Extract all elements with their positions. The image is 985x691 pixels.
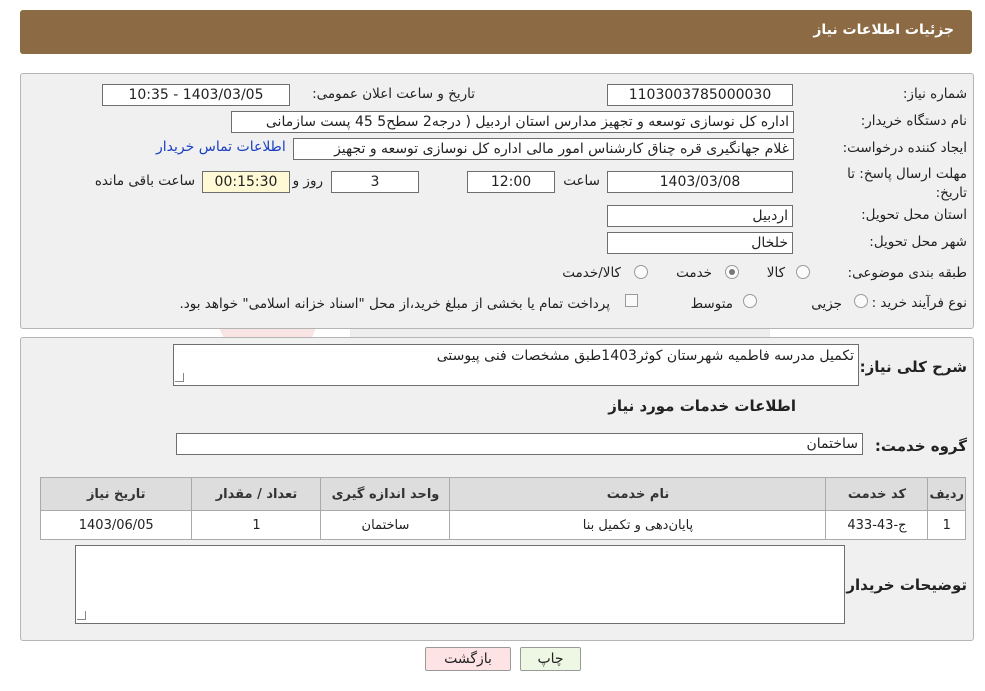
cell-service-name: پایان‌دهی و تکمیل بنا [449,510,827,540]
category-goods-label: کالا [766,265,785,281]
category-goods-service-label: کالا/خدمت [562,265,621,281]
purchase-minor-label: جزیی [811,296,842,312]
category-goods-service-radio[interactable] [634,265,648,279]
back-button[interactable]: بازگشت [425,647,511,671]
purchase-minor-radio[interactable] [854,294,868,308]
page-header: جزئیات اطلاعات نیاز [20,10,972,54]
services-info-heading: اطلاعات خدمات مورد نیاز [608,397,796,415]
general-desc-textarea[interactable]: تکمیل مدرسه فاطمیه شهرستان کوثر1403طبق م… [173,344,859,386]
deadline-label: مهلت ارسال پاسخ: تا تاریخ: [847,165,967,203]
creator-label: ایجاد کننده درخواست: [842,140,967,156]
col-unit: واحد اندازه گیری [320,477,451,511]
announce-datetime-field: 1403/03/05 - 10:35 [102,84,290,106]
deadline-hour-label: ساعت [563,173,600,189]
col-service-name: نام خدمت [449,477,827,511]
province-field: اردبیل [607,205,793,227]
hours-remaining-label: ساعت باقی مانده [94,173,195,189]
buyer-notes-textarea[interactable] [75,545,845,624]
col-service-code: کد خدمت [825,477,929,511]
table-row: 1 ج-43-433 پایان‌دهی و تکمیل بنا ساختمان… [39,510,966,540]
need-number-label: شماره نیاز: [902,86,967,102]
buyer-notes-label: توضیحات خریدار: [840,576,967,594]
city-field: خلخال [607,232,793,254]
province-label: استان محل تحویل: [861,207,967,223]
general-desc-label: شرح کلی نیاز: [859,358,967,376]
cell-quantity: 1 [191,510,322,540]
treasury-bonds-note: پرداخت تمام یا بخشی از مبلغ خرید،از محل … [179,296,610,312]
col-row-number: ردیف [927,477,966,511]
remaining-time-field: 00:15:30 [202,171,290,193]
deadline-label-line2: تاریخ: [935,185,967,201]
category-label: طبقه بندی موضوعی: [847,265,967,281]
day-and-label: روز و [292,173,323,189]
buyer-contact-link[interactable]: اطلاعات تماس خریدار [156,139,286,155]
deadline-label-line1: مهلت ارسال پاسخ: تا [847,166,967,182]
notes-resize-grip-icon[interactable] [77,611,86,620]
treasury-bonds-checkbox[interactable] [625,294,638,307]
category-service-radio[interactable] [725,265,739,279]
services-table: ردیف کد خدمت نام خدمت واحد اندازه گیری ت… [39,477,966,540]
service-group-label: گروه خدمت: [874,437,967,455]
col-quantity: تعداد / مقدار [191,477,322,511]
table-header-row: ردیف کد خدمت نام خدمت واحد اندازه گیری ت… [39,477,966,511]
need-number-field: 1103003785000030 [607,84,793,106]
page-title: جزئیات اطلاعات نیاز [813,22,954,38]
city-label: شهر محل تحویل: [869,234,967,250]
buyer-org-label: نام دستگاه خریدار: [860,113,967,129]
cell-unit: ساختمان [320,510,451,540]
category-service-label: خدمت [676,265,712,281]
creator-field: غلام جهانگیری قره چناق کارشناس امور مالی… [293,138,794,160]
cell-service-code: ج-43-433 [825,510,929,540]
purchase-medium-label: متوسط [690,296,733,312]
purchase-type-label: نوع فرآیند خرید : [871,295,967,311]
category-goods-radio[interactable] [796,265,810,279]
cell-need-date: 1403/06/05 [39,510,193,540]
buyer-org-field: اداره کل نوسازی توسعه و تجهیز مدارس استا… [231,111,794,133]
service-group-field: ساختمان [176,433,863,455]
print-button[interactable]: چاپ [520,647,581,671]
cell-row-number: 1 [927,510,966,540]
col-need-date: تاریخ نیاز [39,477,193,511]
purchase-medium-radio[interactable] [743,294,757,308]
deadline-time-field: 12:00 [467,171,555,193]
deadline-date-field: 1403/03/08 [607,171,793,193]
resize-grip-icon[interactable] [175,373,184,382]
announce-datetime-label: تاریخ و ساعت اعلان عمومی: [312,86,475,102]
days-field: 3 [331,171,419,193]
